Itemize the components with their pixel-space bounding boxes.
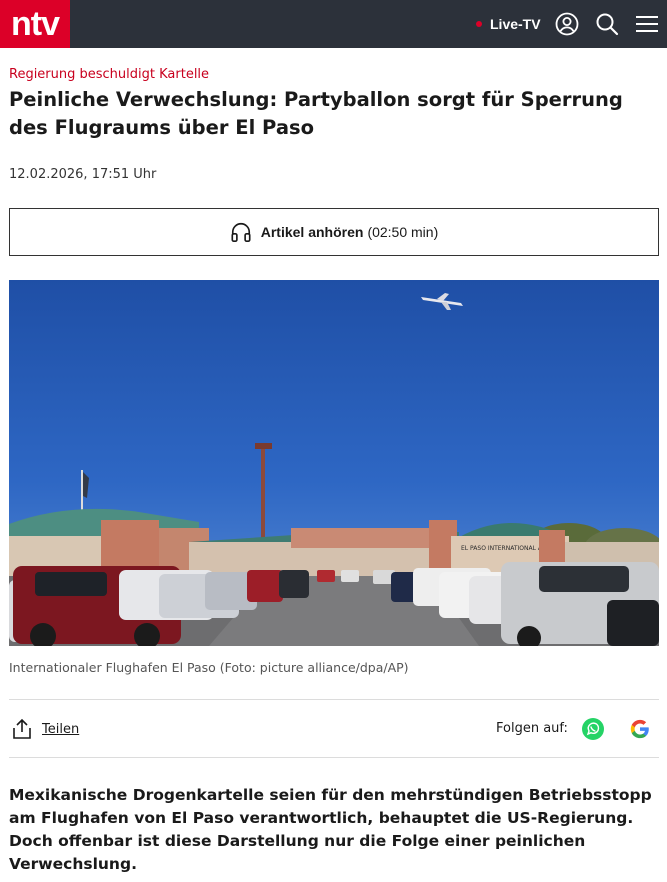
divider: [9, 699, 659, 700]
live-tv-link[interactable]: Live-TV: [476, 14, 541, 34]
listen-duration: (02:50 min): [367, 224, 439, 240]
user-icon[interactable]: [555, 12, 579, 36]
headphones-icon: [231, 223, 251, 242]
search-icon[interactable]: [595, 12, 619, 36]
article-photo: EL PASO INTERNATIONAL AIRPORT: [9, 280, 659, 646]
menu-icon[interactable]: [635, 12, 659, 36]
google-icon[interactable]: [629, 718, 651, 740]
article-date: 12.02.2026, 17:51 Uhr: [9, 167, 157, 182]
article-kicker: Regierung beschuldigt Kartelle: [9, 67, 210, 82]
whatsapp-icon[interactable]: [581, 717, 605, 741]
photo-caption: Internationaler Flughafen El Paso (Foto:…: [9, 660, 409, 675]
live-dot-icon: [476, 21, 482, 27]
article-lead: Mexikanische Drogenkartelle seien für de…: [9, 786, 652, 873]
article-headline: Peinliche Verwechslung: Partyballon sorg…: [9, 88, 623, 139]
share-icon: [13, 718, 31, 739]
live-tv-label: Live-TV: [490, 16, 541, 32]
top-navigation-bar: ntv Live-TV: [0, 0, 667, 48]
share-button[interactable]: Teilen: [12, 718, 79, 740]
follow-label: Folgen auf:: [496, 721, 568, 736]
divider: [9, 757, 659, 758]
listen-article-button[interactable]: Artikel anhören (02:50 min): [9, 208, 659, 256]
ntv-logo[interactable]: ntv: [0, 0, 70, 48]
share-label: Teilen: [42, 721, 80, 737]
listen-label: Artikel anhören: [260, 224, 364, 240]
